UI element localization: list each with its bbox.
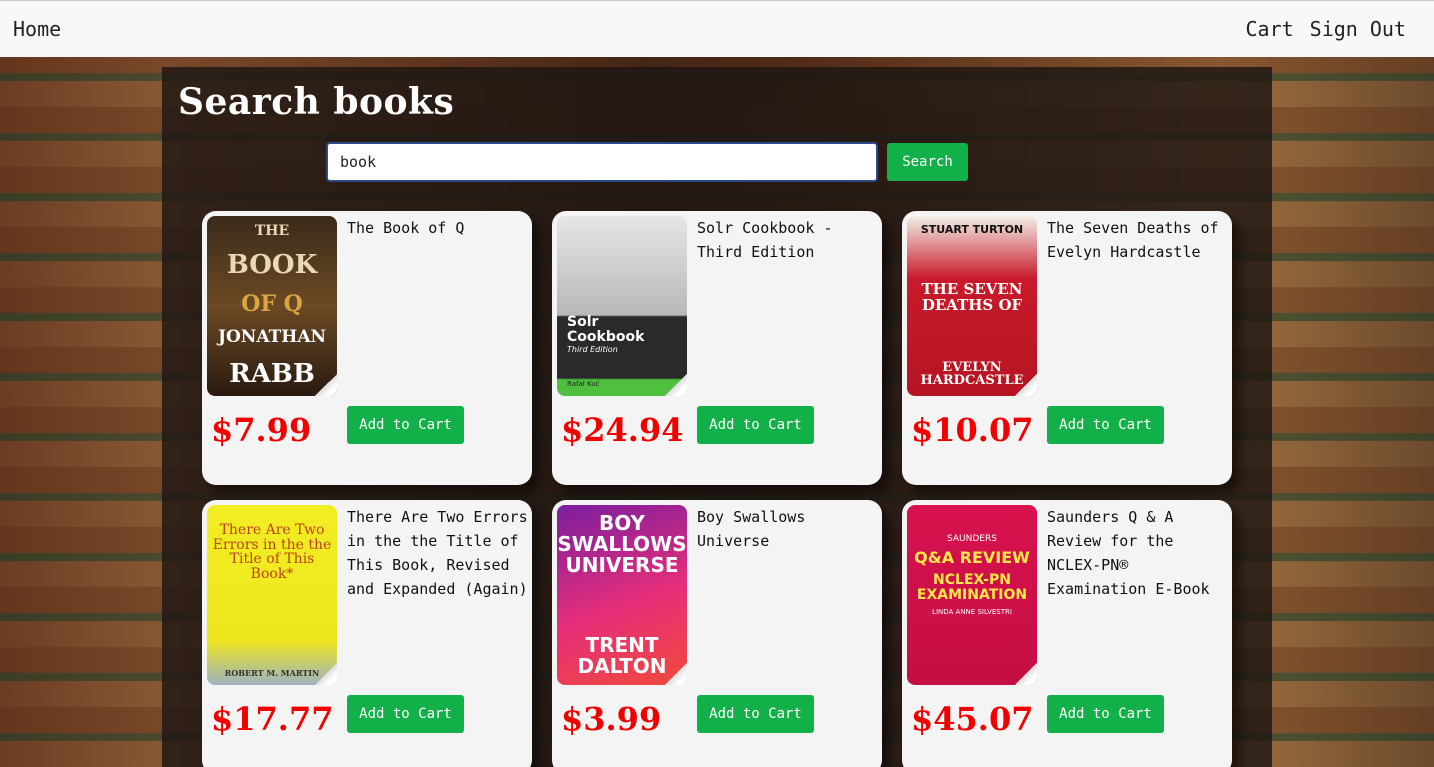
add-to-cart-button[interactable]: Add to Cart	[1047, 406, 1164, 444]
book-price: $7.99	[211, 411, 312, 449]
search-input[interactable]	[326, 142, 878, 182]
book-title: Saunders Q & A Review for the NCLEX-PN® …	[1047, 508, 1210, 598]
add-to-cart-button[interactable]: Add to Cart	[697, 695, 814, 733]
book-card: THE BOOK OF Q JONATHAN RABB The Book of …	[202, 211, 532, 485]
cover-text: Rafał Kuć	[567, 379, 600, 388]
add-to-cart-button[interactable]: Add to Cart	[697, 406, 814, 444]
nav-right-links: Cart Sign Out	[1246, 17, 1407, 41]
book-price: $3.99	[561, 700, 662, 738]
cover-text: ROBERT M. MARTIN	[224, 667, 320, 678]
book-cover-image[interactable]: There Are Two Errors in the the Title of…	[207, 505, 337, 685]
book-price: $17.77	[211, 700, 334, 738]
page-curl-icon	[1015, 374, 1037, 396]
navbar: Home Cart Sign Out	[0, 0, 1434, 57]
cover-text: RABB	[229, 358, 315, 389]
nav-home-link[interactable]: Home	[13, 17, 61, 41]
book-title: The Seven Deaths of Evelyn Hardcastle	[1047, 219, 1219, 261]
cover-text: BOOK	[226, 250, 318, 281]
nav-sign-out-link[interactable]: Sign Out	[1310, 17, 1406, 41]
cover-text: SAUNDERS	[947, 534, 997, 544]
cover-text: STUART TURTON	[920, 223, 1024, 236]
cover-text: THE	[254, 223, 290, 239]
add-to-cart-button[interactable]: Add to Cart	[347, 695, 464, 733]
book-card: Solr Cookbook Third Edition Rafał Kuć So…	[552, 211, 882, 485]
book-title: There Are Two Errors in the the Title of…	[347, 508, 528, 598]
page-curl-icon	[1015, 663, 1037, 685]
book-title: Boy Swallows Universe	[697, 508, 806, 550]
page-curl-icon	[315, 374, 337, 396]
cover-text: JONATHAN	[217, 327, 327, 348]
book-card: There Are Two Errors in the the Title of…	[202, 500, 532, 767]
book-title: The Book of Q	[347, 219, 465, 237]
book-cover-image[interactable]: THE BOOK OF Q JONATHAN RABB	[207, 216, 337, 396]
page-title: Search books	[178, 81, 455, 123]
search-button[interactable]: Search	[887, 143, 968, 181]
book-card: SAUNDERS Q&A REVIEW NCLEX-PN EXAMINATION…	[902, 500, 1232, 767]
book-price: $24.94	[561, 411, 684, 449]
book-price: $45.07	[911, 700, 1034, 738]
book-cover-image[interactable]: BOY SWALLOWS UNIVERSE TRENT DALTON	[557, 505, 687, 685]
nav-cart-link[interactable]: Cart	[1246, 17, 1294, 41]
book-card: BOY SWALLOWS UNIVERSE TRENT DALTON Boy S…	[552, 500, 882, 767]
page-curl-icon	[315, 663, 337, 685]
cover-text: Third Edition	[567, 345, 618, 355]
cover-text: Solr Cookbook	[567, 313, 645, 345]
cover-text: OF Q	[241, 290, 303, 317]
cover-text: There Are Two Errors in the the Title of…	[212, 522, 332, 583]
cover-text: LINDA ANNE SILVESTRI	[932, 607, 1012, 616]
cover-text: Q&A REVIEW	[914, 548, 1030, 568]
cover-text: NCLEX-PN EXAMINATION	[916, 572, 1028, 603]
book-cover-image[interactable]: SAUNDERS Q&A REVIEW NCLEX-PN EXAMINATION…	[907, 505, 1037, 685]
page-curl-icon	[665, 374, 687, 396]
book-card: STUART TURTON THE SEVEN DEATHS OF EVELYN…	[902, 211, 1232, 485]
cover-text: THE SEVEN DEATHS OF	[921, 280, 1023, 315]
book-cover-image[interactable]: Solr Cookbook Third Edition Rafał Kuć	[557, 216, 687, 396]
add-to-cart-button[interactable]: Add to Cart	[347, 406, 464, 444]
book-cover-image[interactable]: STUART TURTON THE SEVEN DEATHS OF EVELYN…	[907, 216, 1037, 396]
cover-text: BOY SWALLOWS UNIVERSE	[557, 511, 687, 577]
book-title: Solr Cookbook - Third Edition	[697, 219, 833, 261]
page-curl-icon	[665, 663, 687, 685]
add-to-cart-button[interactable]: Add to Cart	[1047, 695, 1164, 733]
book-price: $10.07	[911, 411, 1034, 449]
